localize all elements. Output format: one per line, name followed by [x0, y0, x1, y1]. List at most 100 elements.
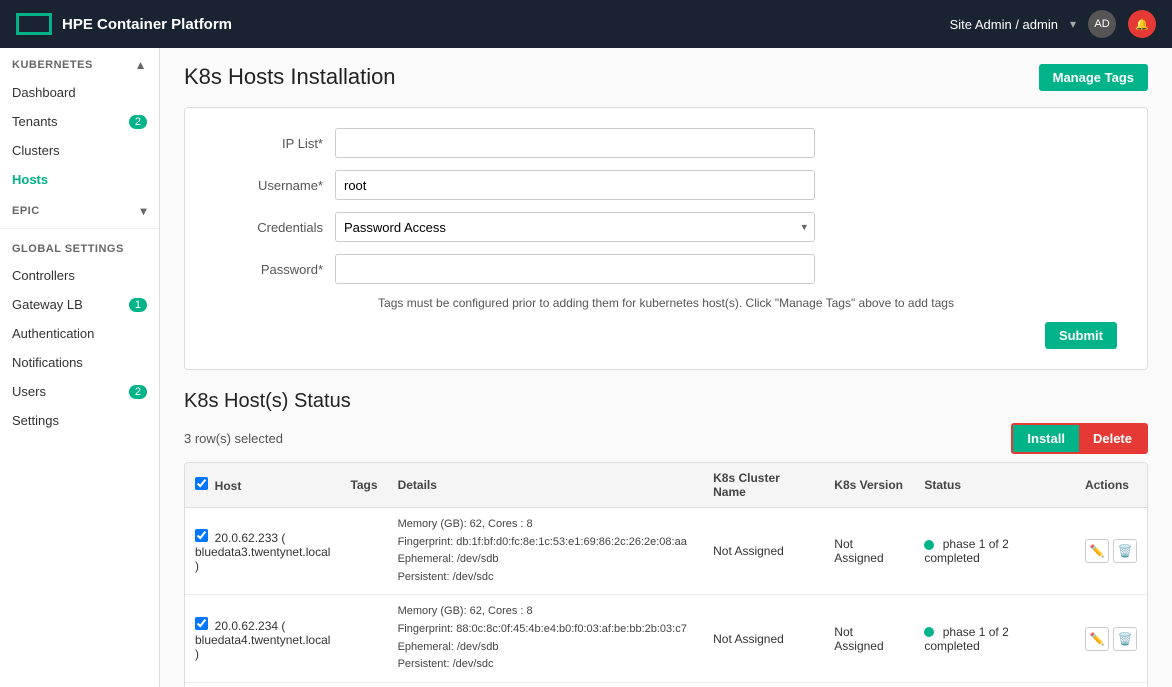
sidebar-item-clusters[interactable]: Clusters — [0, 136, 159, 165]
table-row: 20.0.62.234 ( bluedata4.twentynet.local … — [185, 595, 1147, 682]
sidebar: KUBERNETES ▲ Dashboard Tenants 2 Cluster… — [0, 48, 160, 687]
password-input[interactable] — [335, 254, 815, 284]
credentials-select-wrap: Password Access SSH Key ▾ — [335, 212, 815, 242]
status-section-title: K8s Host(s) Status — [184, 390, 1148, 413]
brand-area: HPE Container Platform — [16, 13, 232, 35]
row-checkbox-1[interactable] — [195, 617, 208, 630]
status-cell-1: phase 1 of 2 completed — [914, 595, 1075, 682]
cluster-name-cell-2: Not Assigned — [703, 682, 824, 687]
hpe-logo — [16, 13, 52, 35]
action-icons-1: ✏️ 🗑️ — [1085, 627, 1137, 651]
row-checkbox-0[interactable] — [195, 529, 208, 542]
username-label: Username* — [215, 178, 335, 193]
details-cell-1: Memory (GB): 62, Cores : 8Fingerprint: 8… — [388, 595, 704, 682]
ip-list-input[interactable] — [335, 128, 815, 158]
username-row: Username* — [215, 170, 1117, 200]
top-navigation: HPE Container Platform Site Admin / admi… — [0, 0, 1172, 48]
epic-chevron-icon[interactable]: ▾ — [140, 204, 147, 218]
credentials-select[interactable]: Password Access SSH Key — [335, 212, 815, 242]
row-checkbox-cell-0: 20.0.62.233 ( bluedata3.twentynet.local … — [185, 508, 340, 595]
table-row: 20.0.62.232 ( bluedata2.twentynet.local … — [185, 682, 1147, 687]
row-checkbox-cell-1: 20.0.62.234 ( bluedata4.twentynet.local … — [185, 595, 340, 682]
rows-selected-label: 3 row(s) selected — [184, 431, 283, 446]
details-column-header: Details — [388, 463, 704, 508]
user-area: Site Admin / admin ▾ AD 🔔 — [950, 10, 1156, 38]
status-column-header: Status — [914, 463, 1075, 508]
status-text-0: phase 1 of 2 completed — [924, 537, 1008, 565]
k8s-version-column-header: K8s Version — [824, 463, 914, 508]
status-cell-0: phase 1 of 2 completed — [914, 508, 1075, 595]
main-content: K8s Hosts Installation Manage Tags IP Li… — [160, 48, 1172, 687]
edit-button-0[interactable]: ✏️ — [1085, 539, 1109, 563]
tenants-badge: 2 — [129, 115, 147, 129]
k8s-version-cell-2: Not Assigned — [824, 682, 914, 687]
sidebar-item-notifications[interactable]: Notifications — [0, 348, 159, 377]
sidebar-item-users[interactable]: Users 2 — [0, 377, 159, 406]
edit-button-1[interactable]: ✏️ — [1085, 627, 1109, 651]
status-cell-2: phase 1 of 2 completed — [914, 682, 1075, 687]
actions-cell-1: ✏️ 🗑️ — [1075, 595, 1147, 682]
sidebar-item-authentication[interactable]: Authentication — [0, 319, 159, 348]
sidebar-item-controllers[interactable]: Controllers — [0, 261, 159, 290]
host-name-1: 20.0.62.234 ( bluedata4.twentynet.local … — [195, 619, 330, 661]
install-delete-wrap: Install Delete — [1011, 423, 1148, 454]
tags-cell-0 — [340, 508, 387, 595]
host-name-0: 20.0.62.233 ( bluedata3.twentynet.local … — [195, 531, 330, 573]
avatar[interactable]: AD — [1088, 10, 1116, 38]
table-toolbar: 3 row(s) selected Install Delete — [184, 423, 1148, 454]
password-label: Password* — [215, 262, 335, 277]
action-icons-0: ✏️ 🗑️ — [1085, 539, 1137, 563]
kubernetes-chevron-icon[interactable]: ▲ — [135, 58, 147, 72]
manage-tags-button[interactable]: Manage Tags — [1039, 64, 1148, 91]
status-text-1: phase 1 of 2 completed — [924, 625, 1008, 653]
brand-name: HPE Container Platform — [62, 16, 232, 33]
table-header-row: Host Tags Details K8s Cluster Name K8s V… — [185, 463, 1147, 508]
epic-section-header: EPIC ▾ — [0, 194, 159, 224]
global-settings-section-header: GLOBAL SETTINGS — [0, 233, 159, 261]
user-info-label: Site Admin / admin — [950, 17, 1058, 32]
cluster-name-cell-0: Not Assigned — [703, 508, 824, 595]
actions-cell-2: ✏️ 🗑️ — [1075, 682, 1147, 687]
status-dot-0 — [924, 540, 934, 550]
tags-column-header: Tags — [340, 463, 387, 508]
hosts-table-card: Host Tags Details K8s Cluster Name K8s V… — [184, 462, 1148, 687]
notifications-icon[interactable]: 🔔 — [1128, 10, 1156, 38]
installation-form-card: IP List* Username* Credentials Password … — [184, 107, 1148, 370]
sidebar-item-hosts[interactable]: Hosts — [0, 165, 159, 194]
page-title: K8s Hosts Installation — [184, 64, 396, 90]
details-cell-0: Memory (GB): 62, Cores : 8Fingerprint: d… — [388, 508, 704, 595]
table-actions: Install Delete — [1011, 423, 1148, 454]
host-column-header: Host — [215, 479, 242, 493]
ip-list-label: IP List* — [215, 136, 335, 151]
sidebar-item-tenants[interactable]: Tenants 2 — [0, 107, 159, 136]
cluster-name-cell-1: Not Assigned — [703, 595, 824, 682]
delete-row-button-0[interactable]: 🗑️ — [1113, 539, 1137, 563]
k8s-version-cell-0: Not Assigned — [824, 508, 914, 595]
credentials-label: Credentials — [215, 220, 335, 235]
delete-row-button-1[interactable]: 🗑️ — [1113, 627, 1137, 651]
tags-cell-2 — [340, 682, 387, 687]
tags-cell-1 — [340, 595, 387, 682]
delete-button[interactable]: Delete — [1079, 425, 1146, 452]
page-header: K8s Hosts Installation Manage Tags — [184, 64, 1148, 91]
k8s-version-cell-1: Not Assigned — [824, 595, 914, 682]
row-checkbox-cell-2: 20.0.62.232 ( bluedata2.twentynet.local … — [185, 682, 340, 687]
form-submit-row: Submit — [215, 322, 1117, 349]
select-all-checkbox[interactable] — [195, 477, 208, 490]
sidebar-item-dashboard[interactable]: Dashboard — [0, 78, 159, 107]
credentials-row: Credentials Password Access SSH Key ▾ — [215, 212, 1117, 242]
cluster-name-column-header: K8s Cluster Name — [703, 463, 824, 508]
table-row: 20.0.62.233 ( bluedata3.twentynet.local … — [185, 508, 1147, 595]
user-chevron-icon[interactable]: ▾ — [1070, 17, 1076, 31]
tags-note: Tags must be configured prior to adding … — [215, 296, 1117, 310]
password-row: Password* — [215, 254, 1117, 284]
ip-list-row: IP List* — [215, 128, 1117, 158]
sidebar-item-gateway-lb[interactable]: Gateway LB 1 — [0, 290, 159, 319]
username-input[interactable] — [335, 170, 815, 200]
sidebar-item-settings[interactable]: Settings — [0, 406, 159, 435]
sidebar-divider — [0, 228, 159, 229]
submit-button[interactable]: Submit — [1045, 322, 1117, 349]
actions-cell-0: ✏️ 🗑️ — [1075, 508, 1147, 595]
status-dot-1 — [924, 627, 934, 637]
install-button[interactable]: Install — [1013, 425, 1079, 452]
